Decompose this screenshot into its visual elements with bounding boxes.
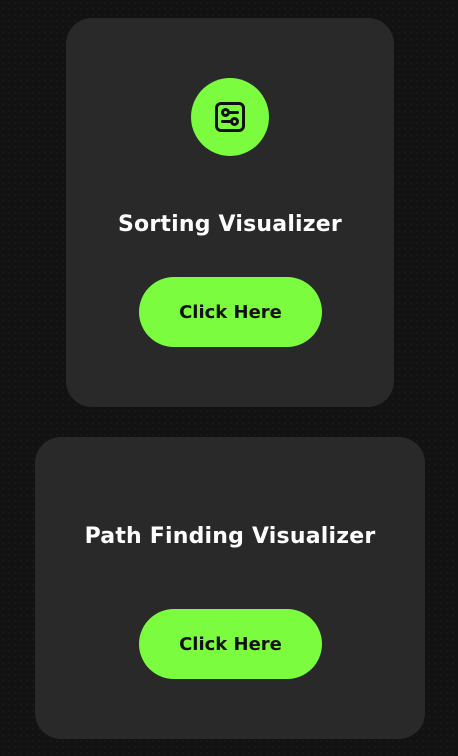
sliders-icon xyxy=(215,102,245,132)
sorting-visualizer-card: Sorting Visualizer Click Here xyxy=(66,18,394,407)
path-finding-click-here-button[interactable]: Click Here xyxy=(139,609,322,679)
sorting-click-here-button[interactable]: Click Here xyxy=(139,277,322,347)
path-finding-visualizer-title: Path Finding Visualizer xyxy=(84,524,376,549)
sorting-visualizer-title: Sorting Visualizer xyxy=(118,212,342,237)
sorting-icon-badge xyxy=(191,78,269,156)
path-finding-visualizer-card: Path Finding Visualizer Click Here xyxy=(35,437,425,739)
